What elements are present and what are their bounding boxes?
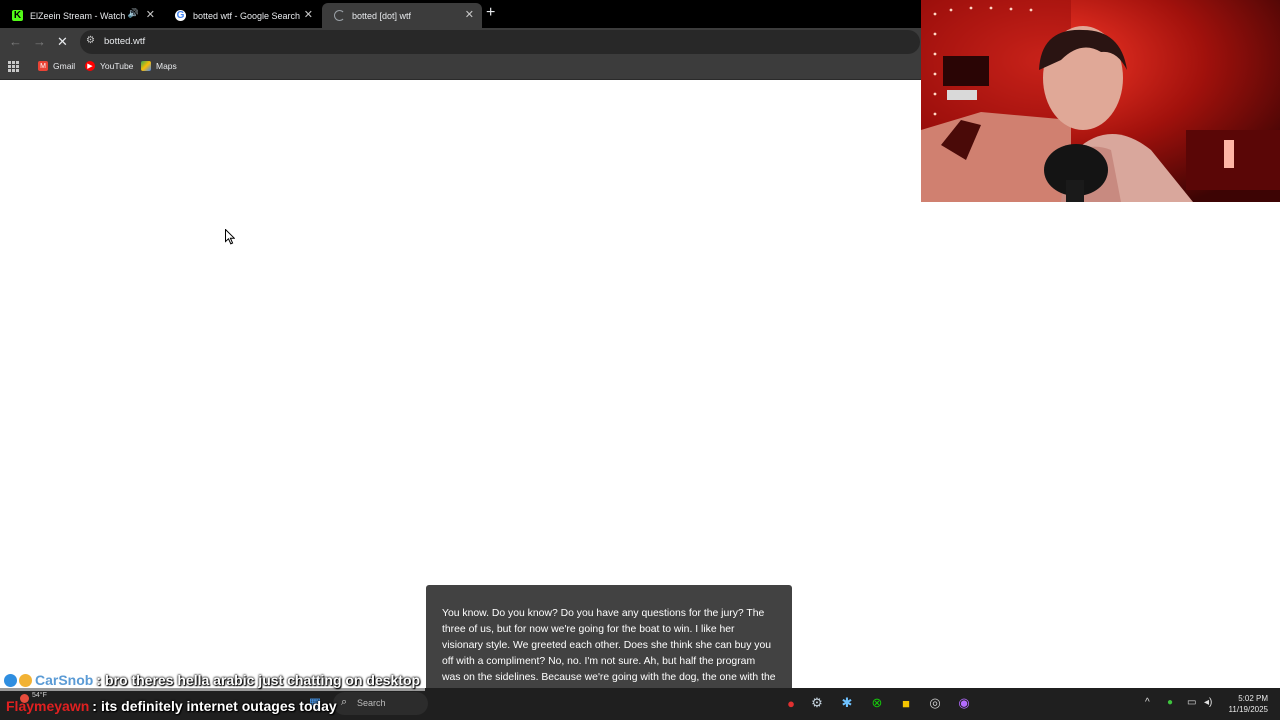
app-blue-icon[interactable]: ✱ [838, 694, 856, 712]
close-tab-icon[interactable]: ✕ [465, 8, 474, 21]
clock-time: 5:02 PM [1238, 694, 1268, 703]
youtube-icon: ▶ [85, 61, 95, 71]
close-tab-icon[interactable]: ✕ [146, 8, 155, 21]
microphone-icon[interactable]: ● [1167, 697, 1173, 708]
chat-username: Flaymeyawn [6, 698, 90, 714]
apps-grid-icon[interactable] [8, 61, 19, 72]
tab-google-search[interactable]: G botted wtf - Google Search ✕ [163, 3, 321, 28]
network-icon[interactable]: ▭ [1187, 697, 1196, 708]
clock[interactable]: 5:02 PM 11/19/2025 [1229, 693, 1268, 715]
google-icon: G [175, 10, 186, 21]
tab-title: ElZeein Stream - Watch Live [30, 10, 126, 21]
screen: K ElZeein Stream - Watch Live 🔊 ✕ G bott… [0, 0, 1280, 720]
forward-arrow-icon[interactable]: → [33, 34, 46, 49]
address-bar[interactable]: ⚙ botted.wtf [80, 30, 920, 54]
tab-title: botted [dot] wtf [352, 10, 412, 21]
steam-icon[interactable]: ⚙ [808, 694, 826, 712]
bookmark-gmail[interactable]: M Gmail [38, 61, 75, 71]
chat-separator: : [92, 698, 97, 714]
mouse-cursor-icon [225, 229, 235, 245]
tab-botted-wtf[interactable]: botted [dot] wtf ✕ [322, 3, 482, 28]
kick-icon: K [12, 10, 23, 21]
new-tab-button[interactable]: + [486, 4, 495, 22]
sticky-notes-icon[interactable]: ■ [897, 694, 915, 712]
app-red-icon[interactable]: ● [782, 694, 800, 712]
chat-text: bro theres hella arabic just chatting on… [105, 672, 421, 688]
gmail-icon: M [38, 61, 48, 71]
streamer-webcam [921, 0, 1280, 202]
bookmark-maps[interactable]: Maps [141, 61, 177, 71]
chat-badge-icon [19, 673, 32, 687]
back-arrow-icon[interactable]: ← [9, 34, 22, 49]
webcam-overlay [921, 0, 1280, 202]
obs-icon[interactable]: ◎ [926, 694, 944, 712]
app-purple-icon[interactable]: ◉ [955, 694, 973, 712]
bookmark-label: Gmail [53, 61, 76, 71]
bookmark-label: YouTube [100, 61, 134, 71]
stop-loading-icon[interactable]: ✕ [57, 34, 68, 50]
chat-message: CarSnob : bro theres hella arabic just c… [0, 669, 426, 691]
chevron-up-icon[interactable]: ^ [1145, 697, 1150, 708]
site-info-icon[interactable]: ⚙ [86, 35, 95, 46]
volume-icon[interactable]: ◂) [1204, 697, 1212, 708]
search-placeholder: Search [357, 698, 386, 708]
taskbar-search[interactable]: ⌕ Search [333, 692, 428, 715]
bookmark-youtube[interactable]: ▶ YouTube [85, 61, 133, 71]
speaker-icon[interactable]: 🔊 [128, 8, 139, 19]
loading-globe-icon [334, 10, 345, 21]
chat-badge-icon [4, 673, 17, 687]
chat-message: Flaymeyawn : its definitely internet out… [0, 695, 337, 717]
url-text[interactable]: botted.wtf [104, 36, 145, 47]
close-tab-icon[interactable]: ✕ [304, 8, 313, 21]
chat-separator: : [96, 672, 102, 688]
search-icon: ⌕ [341, 696, 348, 708]
tab-title: botted wtf - Google Search [193, 10, 301, 21]
maps-icon [141, 61, 151, 71]
xbox-icon[interactable]: ⊗ [868, 694, 886, 712]
bookmark-label: Maps [156, 61, 177, 71]
tab-elzeein-stream[interactable]: K ElZeein Stream - Watch Live 🔊 ✕ [0, 3, 163, 28]
clock-date: 11/19/2025 [1228, 705, 1268, 714]
chat-username: CarSnob [35, 672, 94, 688]
chat-text: its definitely internet outages today [100, 698, 337, 714]
